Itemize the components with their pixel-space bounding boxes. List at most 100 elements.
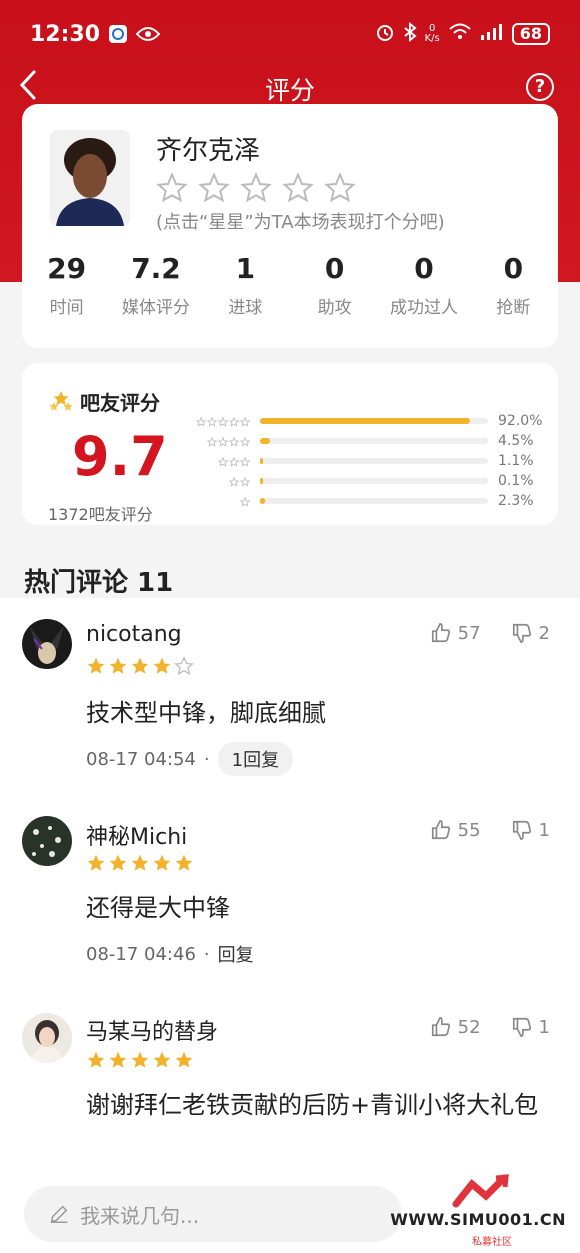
net-speed: 0 K/s	[424, 23, 440, 44]
star-filled-icon	[87, 657, 105, 674]
distribution-bar-fill	[260, 478, 263, 484]
dislike-button[interactable]: 2	[511, 622, 550, 644]
comment-input-placeholder: 我来说几句...	[80, 1203, 200, 1228]
distribution-stars	[192, 452, 251, 471]
star-filled-icon	[131, 854, 149, 871]
comment-meta: 08-17 04:46 · 回复	[86, 941, 254, 967]
stat-value: 29	[47, 252, 87, 285]
star-filled-icon	[175, 1051, 193, 1068]
player-stats: 29 时间 7.2 媒体评分 1 进球 0 助攻 0 成功过人 0 抢断	[22, 252, 558, 318]
status-time: 12:30	[30, 21, 101, 47]
star-outline-icon	[239, 412, 251, 431]
like-button[interactable]: 52	[430, 1016, 481, 1038]
comment-rating	[86, 1050, 194, 1070]
star-outline-icon	[239, 452, 251, 471]
stat-value: 0	[503, 252, 524, 285]
stat-value: 0	[324, 252, 345, 285]
dislike-button[interactable]: 1	[511, 819, 550, 841]
comment-rating	[86, 853, 194, 873]
star-outline-icon	[239, 492, 251, 511]
comment-time: 08-17 04:46	[86, 943, 196, 965]
distribution-bar-track	[260, 458, 488, 464]
comment-input[interactable]: 我来说几句...	[24, 1186, 402, 1242]
distribution-percent: 0.1%	[498, 473, 534, 489]
signal-icon	[480, 23, 504, 45]
star-filled-icon	[131, 1051, 149, 1068]
distribution-bar-track	[260, 418, 488, 424]
watermark-tag: 私募社区	[472, 1237, 512, 1248]
distribution-percent: 4.5%	[498, 433, 534, 449]
hot-comments-title: 热门评论 11	[24, 568, 174, 598]
bluetooth-icon	[403, 21, 417, 46]
dislike-count: 1	[538, 1016, 550, 1038]
star-outline-icon[interactable]	[324, 172, 356, 204]
stat-item: 0 抢断	[469, 252, 558, 318]
distribution-stars	[192, 472, 251, 491]
help-button[interactable]: ?	[526, 73, 554, 101]
distribution-bar-track	[260, 478, 488, 484]
comment-actions: 55 1	[430, 819, 550, 841]
star-filled-icon	[109, 1051, 127, 1068]
distribution-row: 92.0%	[192, 412, 552, 430]
stars-cluster-icon	[49, 390, 73, 411]
thumbs-up-icon	[431, 1017, 450, 1037]
star-outline-icon	[239, 472, 251, 491]
distribution-stars	[192, 412, 251, 431]
comment-username[interactable]: nicotang	[86, 622, 182, 647]
comment-time: 08-17 04:54	[86, 748, 196, 770]
stat-item: 0 助攻	[290, 252, 379, 318]
star-outline-icon	[228, 432, 240, 451]
star-filled-icon	[87, 854, 105, 871]
question-icon: ?	[534, 76, 546, 97]
watermark-url: WWW.SIMU001.CN	[390, 1210, 566, 1229]
star-outline-icon	[217, 452, 229, 471]
distribution-bar-fill	[260, 498, 266, 504]
stat-label: 媒体评分	[121, 298, 190, 318]
star-filled-icon	[153, 854, 171, 871]
alarm-icon	[375, 22, 395, 46]
star-filled-icon	[131, 657, 149, 674]
distribution-percent: 92.0%	[498, 413, 543, 429]
like-button[interactable]: 57	[430, 622, 481, 644]
stat-item: 0 成功过人	[379, 252, 468, 318]
dislike-button[interactable]: 1	[511, 1016, 550, 1038]
comment-actions: 52 1	[430, 1016, 550, 1038]
rating-hint: (点击“星星”为TA本场表现打个分吧)	[156, 212, 445, 233]
user-avatar[interactable]	[22, 816, 72, 866]
title-bar: 评分 ?	[0, 66, 580, 106]
star-outline-icon	[217, 412, 229, 431]
dislike-count: 2	[538, 622, 550, 644]
eye-icon	[136, 26, 161, 42]
comment-text: 技术型中锋，脚底细腻	[86, 699, 326, 727]
comment-username[interactable]: 神秘Michi	[86, 819, 187, 851]
star-outline-icon[interactable]	[156, 172, 188, 204]
comment-username[interactable]: 马某马的替身	[86, 1014, 218, 1046]
reply-button[interactable]: 回复	[218, 941, 254, 967]
like-button[interactable]: 55	[430, 819, 481, 841]
battery-indicator: 68	[511, 23, 550, 45]
stat-label: 抢断	[496, 298, 531, 318]
reply-button[interactable]: 1回复	[217, 742, 294, 776]
star-outline-icon[interactable]	[240, 172, 272, 204]
like-count: 57	[457, 622, 481, 644]
like-count: 55	[457, 819, 481, 841]
distribution-bar-track	[260, 498, 488, 504]
status-bar: 12:30 0 K/s 68	[30, 14, 550, 54]
thumbs-down-icon	[512, 623, 531, 643]
star-outline-icon	[217, 432, 229, 451]
star-outline-icon	[206, 412, 218, 431]
app-notification-icon	[108, 24, 128, 44]
thumbs-up-icon	[431, 820, 450, 840]
distribution-stars	[192, 432, 251, 451]
bottom-bar: 我来说几句... WWW.SIMU001.CN 私募社区	[0, 1174, 580, 1253]
star-outline-icon	[228, 412, 240, 431]
star-outline-icon[interactable]	[282, 172, 314, 204]
star-outline-icon	[195, 412, 207, 431]
distribution-row: 2.3%	[192, 492, 552, 510]
user-avatar[interactable]	[22, 1013, 72, 1063]
rating-stars-input[interactable]	[156, 172, 356, 204]
star-outline-icon	[239, 432, 251, 451]
star-outline-icon[interactable]	[198, 172, 230, 204]
user-avatar[interactable]	[22, 619, 72, 669]
fan-rating-title: 吧友评分	[48, 387, 160, 416]
